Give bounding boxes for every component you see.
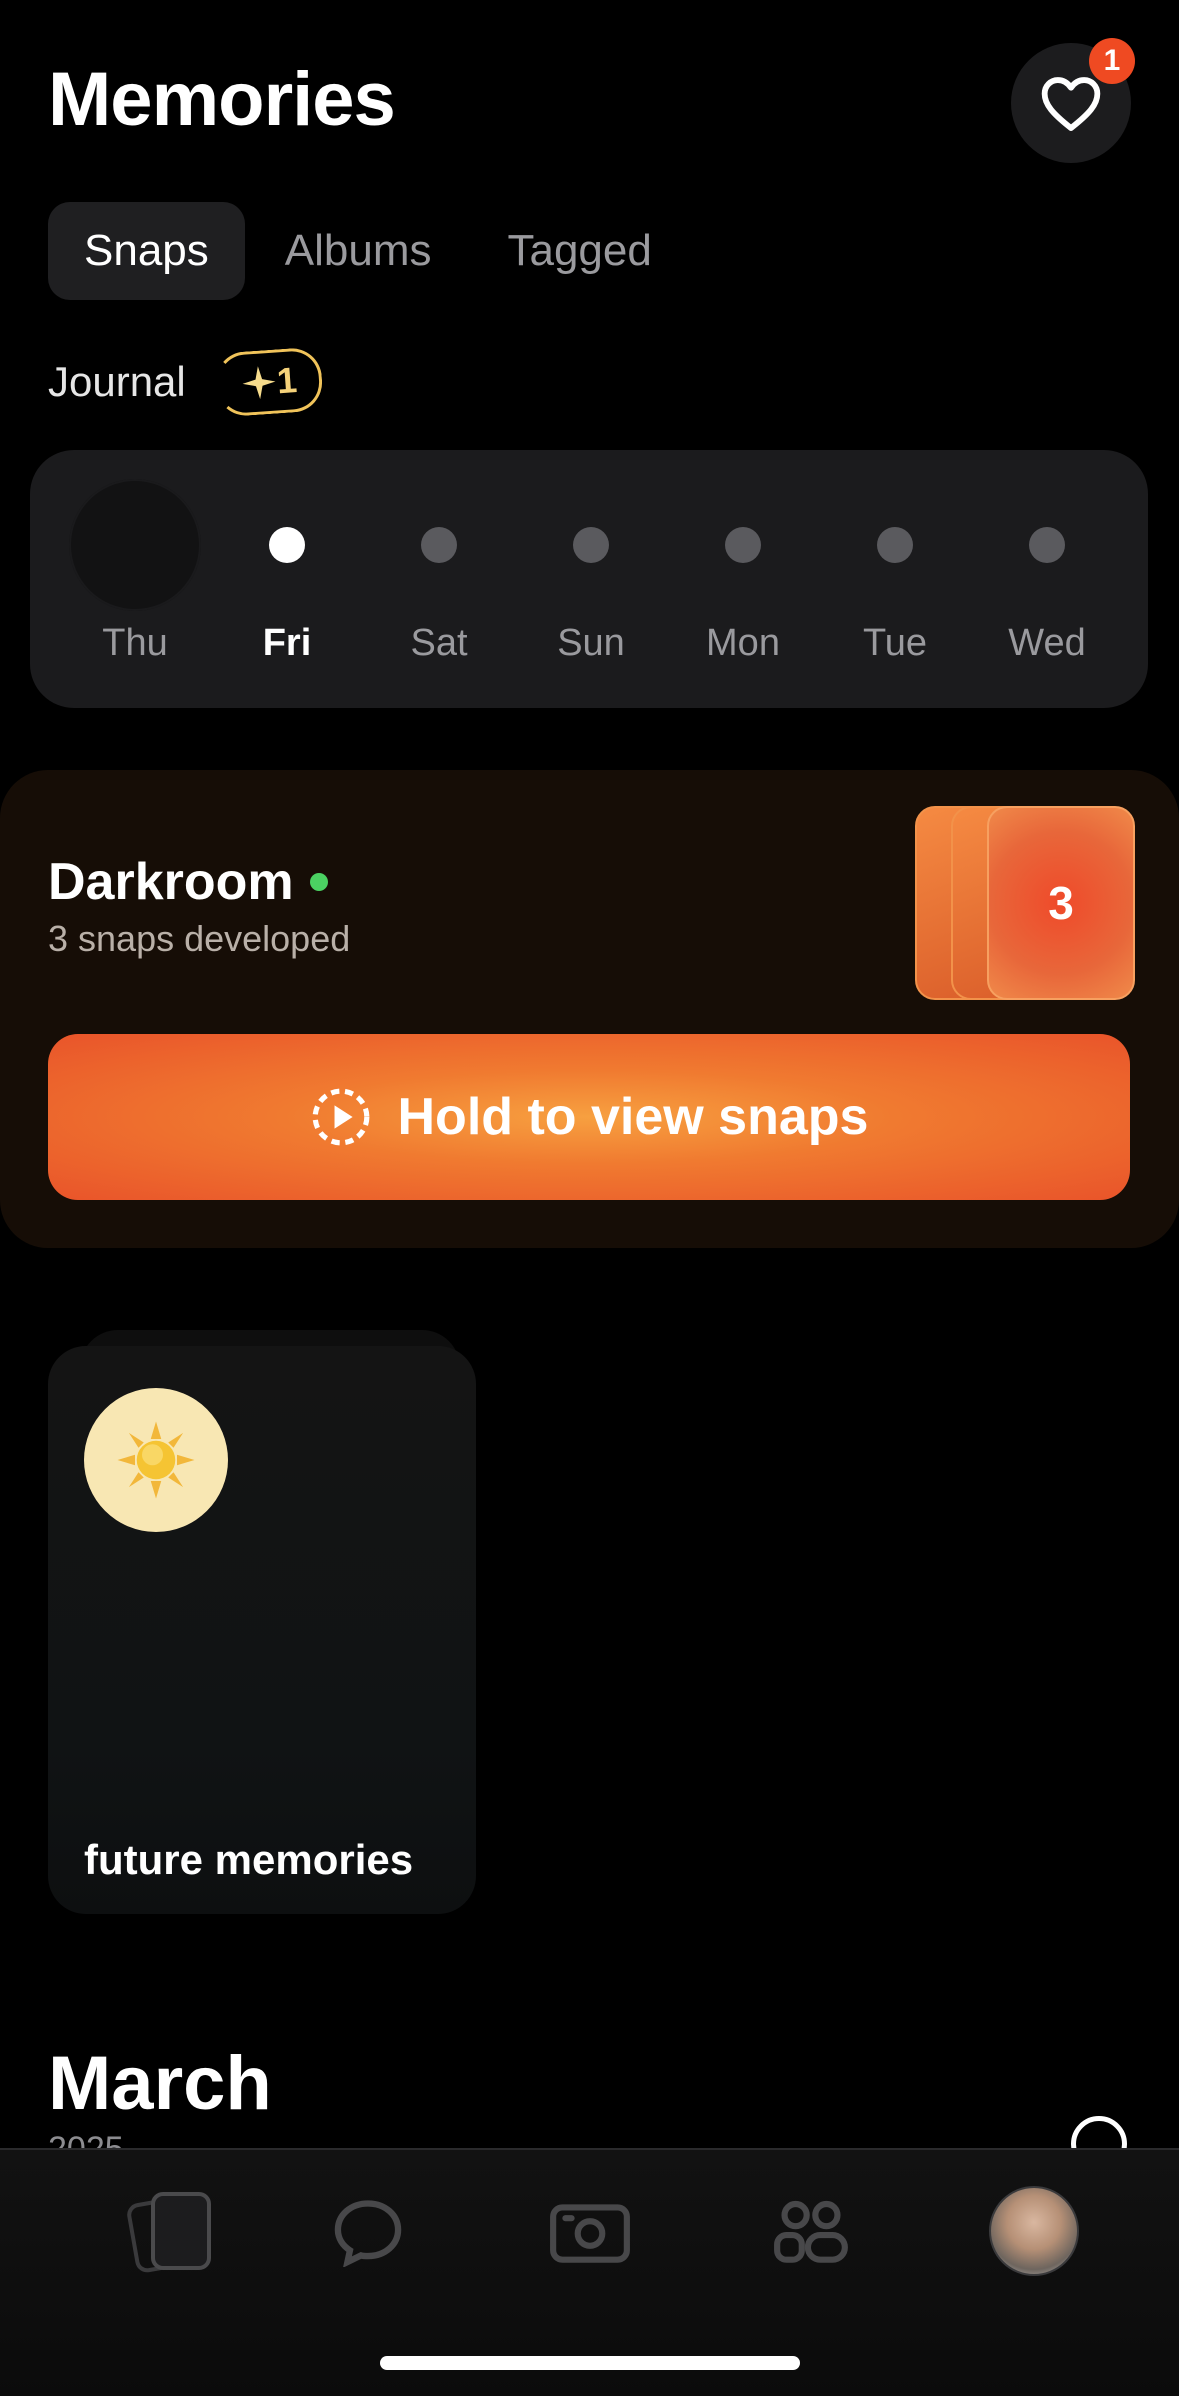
day-label: Sun — [557, 622, 625, 664]
day-label: Tue — [862, 622, 928, 664]
darkroom-title: Darkroom — [48, 853, 294, 911]
day-dot — [1029, 527, 1065, 563]
day-tue[interactable]: Tue — [819, 450, 971, 708]
day-label: Fri — [262, 622, 312, 664]
sparkle-icon — [242, 366, 276, 400]
hold-to-view-button[interactable]: Hold to view snaps — [48, 1034, 1130, 1200]
album-card-label: future memories — [84, 1836, 414, 1883]
day-mon[interactable]: Mon — [667, 450, 819, 708]
journal-row[interactable]: Journal 1 — [48, 346, 324, 418]
chat-bubble-icon — [334, 2200, 402, 2267]
tab-friends[interactable] — [756, 2182, 866, 2282]
day-dot — [573, 527, 609, 563]
day-label: Thu — [102, 622, 168, 664]
notification-badge: 1 — [1089, 38, 1135, 84]
darkroom-title-row: Darkroom — [48, 852, 328, 912]
day-label: Wed — [1008, 622, 1086, 664]
tab-camera[interactable] — [535, 2182, 645, 2282]
darkroom-subtitle: 3 snaps developed — [48, 918, 351, 959]
week-strip: Thu Fri Sat Sun Mon Tue Wed — [30, 450, 1148, 708]
heart-icon — [1041, 77, 1101, 131]
journal-badge-count: 1 — [275, 359, 299, 402]
snap-stack-count[interactable]: 3 — [987, 806, 1135, 1000]
sun-icon — [84, 1388, 228, 1532]
day-dot — [269, 527, 305, 563]
tab-albums[interactable]: Albums — [249, 202, 468, 300]
friends-icon — [774, 2200, 848, 2263]
hold-button-label: Hold to view snaps — [397, 1088, 869, 1146]
memories-icon — [127, 2192, 211, 2273]
tab-chat[interactable] — [313, 2182, 423, 2282]
journal-label: Journal — [48, 358, 186, 405]
day-dot — [877, 527, 913, 563]
day-label: Mon — [706, 622, 780, 664]
memories-screen: Memories 1 Snaps Albums Tagged Journal 1… — [0, 0, 1179, 2396]
day-dot — [725, 527, 761, 563]
tab-bar-top: Snaps Albums Tagged — [48, 202, 688, 300]
journal-badge: 1 — [213, 346, 324, 418]
play-circle-icon — [312, 1088, 369, 1146]
day-thumbnail — [69, 479, 201, 611]
tab-memories[interactable] — [116, 2182, 226, 2282]
day-wed[interactable]: Wed — [971, 450, 1123, 708]
month-heading: March — [48, 2041, 272, 2126]
day-fri[interactable]: Fri — [211, 450, 363, 708]
status-dot — [309, 873, 328, 891]
page-title: Memories — [48, 57, 396, 142]
tab-snaps[interactable]: Snaps — [48, 202, 245, 300]
day-label: Sat — [410, 622, 468, 664]
day-sat[interactable]: Sat — [363, 450, 515, 708]
tab-tagged[interactable]: Tagged — [471, 202, 687, 300]
camera-icon — [550, 2204, 630, 2263]
day-sun[interactable]: Sun — [515, 450, 667, 708]
avatar[interactable] — [989, 2186, 1079, 2276]
day-thu[interactable]: Thu — [59, 450, 211, 708]
home-indicator — [380, 2356, 800, 2370]
day-dot — [421, 527, 457, 563]
